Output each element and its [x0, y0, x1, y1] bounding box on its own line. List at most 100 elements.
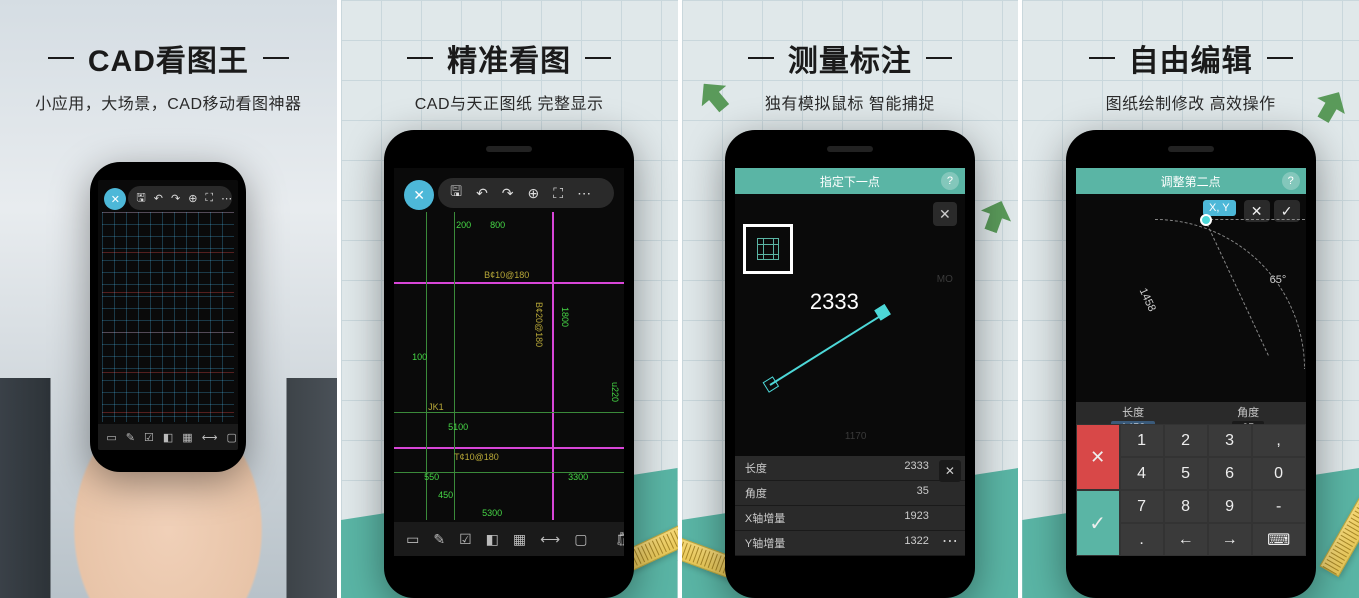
cad-canvas[interactable]	[102, 212, 234, 422]
input-label: 角度	[1237, 404, 1259, 420]
zoom-icon[interactable]: ⊕	[528, 185, 540, 202]
arc-widget[interactable]: 1458 65°	[1100, 214, 1300, 414]
box-icon[interactable]: ▢	[226, 431, 236, 444]
key-minus[interactable]: -	[1252, 490, 1306, 523]
phone-mock: ✕ 🖫 ↶ ↷ ⊕ ⛶ ⋯ 200 800 B¢10@180 1800	[384, 130, 634, 598]
info-row: 角度35	[735, 481, 965, 506]
info-more-button[interactable]: ⋯	[939, 530, 961, 552]
info-row: Y轴增量1322	[735, 531, 965, 556]
cad-line	[394, 282, 624, 284]
more-icon[interactable]: ⋯	[577, 185, 591, 202]
panel-header: 精准看图 CAD与天正图纸 完整显示	[399, 0, 619, 114]
arc-ray	[1205, 219, 1305, 220]
key-5[interactable]: 5	[1164, 457, 1208, 490]
help-icon[interactable]: ?	[941, 172, 959, 190]
save-icon[interactable]: 🖫	[450, 181, 462, 205]
bag-icon[interactable]: 🛍	[615, 531, 624, 548]
check-icon[interactable]: ☑	[459, 531, 472, 548]
key-4[interactable]: 4	[1120, 457, 1164, 490]
panel-subtitle: 图纸绘制修改 高效操作	[1089, 90, 1293, 114]
chat-icon[interactable]: ▭	[406, 531, 419, 548]
more-icon[interactable]: ⋯	[221, 192, 232, 205]
input-label: 长度	[1122, 404, 1144, 420]
key-left[interactable]: ←	[1164, 523, 1208, 556]
snap-cursor-icon[interactable]	[743, 224, 793, 274]
side-label: u220	[610, 382, 620, 402]
pen-icon[interactable]: ✎	[433, 531, 445, 548]
bottom-toolbar: ▭ ✎ ☑ ◧ ▦ ⟷ ▢ 🛍	[394, 522, 624, 556]
key-3[interactable]: 3	[1208, 424, 1252, 457]
close-button[interactable]: ✕	[404, 180, 434, 210]
bottom-toolbar: ▭ ✎ ☑ ◧ ▦ ⟷ ▢ 🛍	[98, 424, 238, 450]
save-icon[interactable]: 🖫	[136, 189, 145, 208]
redo-icon[interactable]: ↷	[171, 192, 180, 205]
measure-value: 2333	[810, 289, 859, 315]
fullscreen-icon[interactable]: ⛶	[205, 192, 213, 205]
panel-subtitle: 小应用，大场景，CAD移动看图神器	[35, 90, 301, 114]
info-row: X轴增量1923	[735, 506, 965, 531]
phone-mock: 调整第二点 ? ✕ ✓ X, Y 1458 65°	[1066, 130, 1316, 598]
key-9[interactable]: 9	[1208, 490, 1252, 523]
speaker	[486, 146, 532, 152]
panel-title: 测量标注	[788, 36, 912, 80]
undo-icon[interactable]: ↶	[154, 192, 163, 205]
length-input[interactable]: 长度 1458	[1076, 402, 1191, 424]
undo-icon[interactable]: ↶	[476, 185, 488, 202]
layers-icon[interactable]: ◧	[163, 431, 173, 444]
input-row: 长度 1458 角度 65	[1076, 402, 1306, 424]
phone-screen: 指定下一点 ? ✕ MO 1170 2333 ✕ ⋯ 长度2333 角度35 X…	[735, 168, 965, 556]
key-1[interactable]: 1	[1120, 424, 1164, 457]
numeric-keypad: 1 2 3 , ✕ 4 5 6 0 7 8 9 - ✓ . ← → ⌨	[1076, 424, 1306, 556]
dim-label: 1800	[560, 307, 570, 327]
key-6[interactable]: 6	[1208, 457, 1252, 490]
check-icon[interactable]: ☑	[144, 431, 154, 444]
key-dot[interactable]: .	[1120, 523, 1164, 556]
key-7[interactable]: 7	[1120, 490, 1164, 523]
cad-canvas[interactable]: ✕ ✓ X, Y 1458 65°	[1076, 194, 1306, 401]
jk-label: JK1	[428, 402, 444, 412]
zoom-icon[interactable]: ⊕	[188, 192, 197, 205]
dim-icon[interactable]: ⟷	[202, 431, 218, 444]
prompt-text: 指定下一点	[820, 173, 880, 190]
cad-canvas[interactable]: ✕ MO 1170 2333	[735, 194, 965, 482]
dim-icon[interactable]: ⟷	[540, 531, 560, 548]
dash-icon	[1267, 57, 1293, 59]
layers-icon[interactable]: ◧	[486, 531, 499, 548]
grid-icon[interactable]: ▦	[513, 531, 526, 548]
key-8[interactable]: 8	[1164, 490, 1208, 523]
dim-label: 100	[412, 352, 427, 362]
box-icon[interactable]: ▢	[574, 531, 587, 548]
redo-icon[interactable]: ↷	[502, 185, 514, 202]
dash-icon	[748, 57, 774, 59]
key-keyboard[interactable]: ⌨	[1252, 523, 1306, 556]
dim-label: 5100	[448, 422, 468, 432]
key-delete[interactable]: ✕	[1076, 424, 1120, 490]
dim-label: 450	[438, 490, 453, 500]
cad-canvas[interactable]: 200 800 B¢10@180 1800 B¢20@180 100 JK1 5…	[394, 212, 624, 520]
key-2[interactable]: 2	[1164, 424, 1208, 457]
help-icon[interactable]: ?	[1282, 172, 1300, 190]
key-comma[interactable]: ,	[1252, 424, 1306, 457]
cad-gline	[454, 212, 455, 520]
phone-screen: ✕ 🖫 ↶ ↷ ⊕ ⛶ ⋯ ▭ ✎ ☑ ◧ ▦ ⟷ ▢ 🛍	[98, 180, 238, 450]
info-panel: ✕ ⋯ 长度2333 角度35 X轴增量1923 Y轴增量1322	[735, 456, 965, 556]
fullscreen-icon[interactable]: ⛶	[553, 185, 563, 202]
arc-handle[interactable]	[1200, 214, 1212, 226]
measure-line[interactable]	[769, 313, 885, 386]
close-button[interactable]: ✕	[104, 188, 126, 210]
key-right[interactable]: →	[1208, 523, 1252, 556]
key-0[interactable]: 0	[1252, 457, 1306, 490]
pen-icon[interactable]: ✎	[126, 431, 135, 444]
info-close-button[interactable]: ✕	[939, 460, 961, 482]
key-enter[interactable]: ✓	[1076, 490, 1120, 556]
panel-title: 自由编辑	[1129, 36, 1253, 80]
cancel-button[interactable]: ✕	[933, 202, 957, 226]
grid-icon[interactable]: ▦	[182, 431, 192, 444]
prompt-text: 调整第二点	[1161, 173, 1221, 190]
dash-icon	[263, 57, 289, 59]
dash-icon	[1089, 57, 1115, 59]
phone-screen: 调整第二点 ? ✕ ✓ X, Y 1458 65°	[1076, 168, 1306, 556]
angle-input[interactable]: 角度 65	[1191, 402, 1306, 424]
showcase-panel-1: CAD看图王 小应用，大场景，CAD移动看图神器 ✕ 🖫 ↶ ↷ ⊕ ⛶ ⋯ ▭…	[0, 0, 337, 598]
chat-icon[interactable]: ▭	[106, 431, 116, 444]
